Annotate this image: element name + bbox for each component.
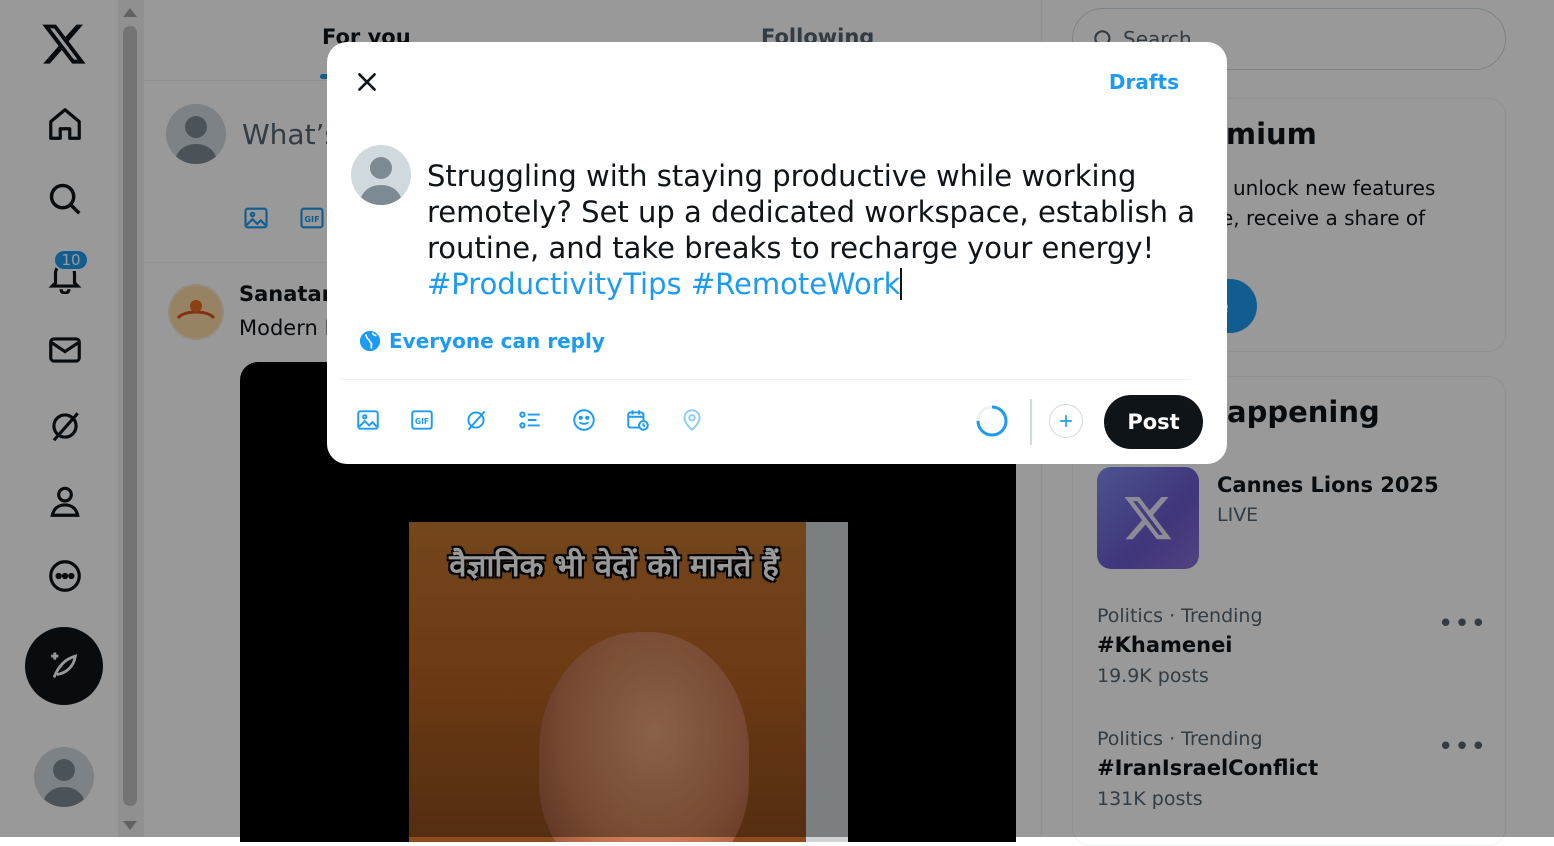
post-text-input[interactable]: Struggling with staying productive while…: [427, 158, 1207, 302]
location-icon[interactable]: [679, 407, 705, 433]
hashtag-remotework: #RemoteWork: [690, 267, 901, 301]
reply-setting-label: Everyone can reply: [389, 329, 605, 353]
compose-toolbar: GIF: [355, 407, 705, 433]
close-button[interactable]: [351, 66, 383, 98]
emoji-icon[interactable]: [571, 407, 597, 433]
toolbar-separator: [1030, 399, 1032, 445]
gif-icon[interactable]: GIF: [409, 407, 435, 433]
svg-text:GIF: GIF: [415, 417, 429, 426]
image-icon[interactable]: [355, 407, 381, 433]
grok-icon[interactable]: [463, 407, 489, 433]
character-count-progress: [976, 405, 1008, 437]
schedule-icon[interactable]: [625, 407, 651, 433]
post-text-body: Struggling with staying productive while…: [427, 159, 1196, 265]
hashtag-productivity: #ProductivityTips: [427, 267, 682, 301]
poll-icon[interactable]: [517, 407, 543, 433]
reply-setting-button[interactable]: Everyone can reply: [359, 329, 605, 353]
composer-avatar: [351, 145, 411, 205]
compose-post-dialog: Drafts Struggling with staying productiv…: [327, 42, 1227, 464]
add-icon: [1060, 415, 1072, 427]
text-caret: [900, 268, 903, 300]
drafts-button[interactable]: Drafts: [1109, 70, 1179, 94]
close-icon: [358, 73, 376, 91]
modal-divider: [339, 379, 1191, 380]
app-page: 10 For you Following What’s GIF Sanatan …: [0, 0, 1554, 846]
post-button[interactable]: Post: [1104, 395, 1203, 449]
globe-icon: [359, 330, 381, 352]
add-post-button[interactable]: [1049, 404, 1083, 438]
